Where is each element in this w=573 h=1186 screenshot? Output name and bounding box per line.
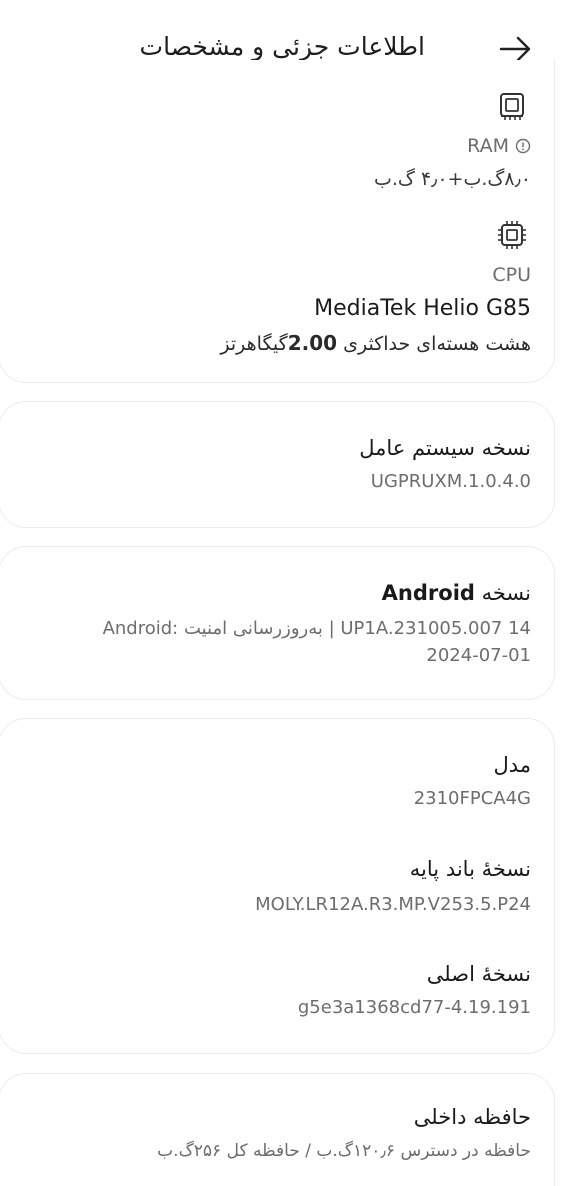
memory-chip-icon [500,93,524,120]
android-version-label-prefix: نسخه [474,581,531,605]
cpu-chip-icon [498,221,526,249]
ram-label: RAM [467,135,509,157]
kernel-label: نسخهٔ اصلی [426,962,531,986]
kernel-value: g5e3a1368cd77-4.19.191 [297,997,531,1018]
cpu-detail: هشت هسته‌ای حداکثری 2.00گیگاهرتز [220,331,531,355]
storage-value: حافظه در دسترس ۱۲۰٫۶گ.ب / حافظه کل ۲۵۶گ.… [157,1141,531,1161]
os-version-label: نسخه سیستم عامل [359,436,531,460]
os-version-card[interactable] [0,401,555,528]
android-version-label-bold: Android [381,581,475,605]
model-label: مدل [493,753,531,777]
cpu-label: CPU [492,264,531,286]
android-version-line1: Android: بەروزرسانی امنیت | UP1A.231005.… [102,618,531,639]
storage-card[interactable] [0,1073,555,1186]
cpu-speed: 2.00 [287,331,338,355]
android-version-label: نسخه Android [382,581,531,605]
baseband-label: نسخهٔ باند پایه [409,857,531,881]
ram-value: ۸٫۰گ.ب+۴٫۰ گ.ب [373,168,531,190]
os-version-value: UGPRUXM.1.0.4.0 [370,471,531,492]
android-version-line2: 2024-07-01 [426,645,531,666]
baseband-value: MOLY.LR12A.R3.MP.V253.5.P24 [255,894,531,915]
cpu-name: MediaTek Helio G85 [314,296,531,321]
cpu-unit: گیگاهرتز [220,333,288,355]
info-circle-icon[interactable] [515,138,531,154]
page-title: اطلاعات جزئی و مشخصات [139,32,425,61]
cpu-detail-prefix: هشت هسته‌ای حداکثری [337,333,531,355]
storage-label: حافظه داخلی [413,1105,531,1129]
model-value: 2310FPCA4G [413,788,531,809]
ram-label-row: RAM [467,135,531,157]
